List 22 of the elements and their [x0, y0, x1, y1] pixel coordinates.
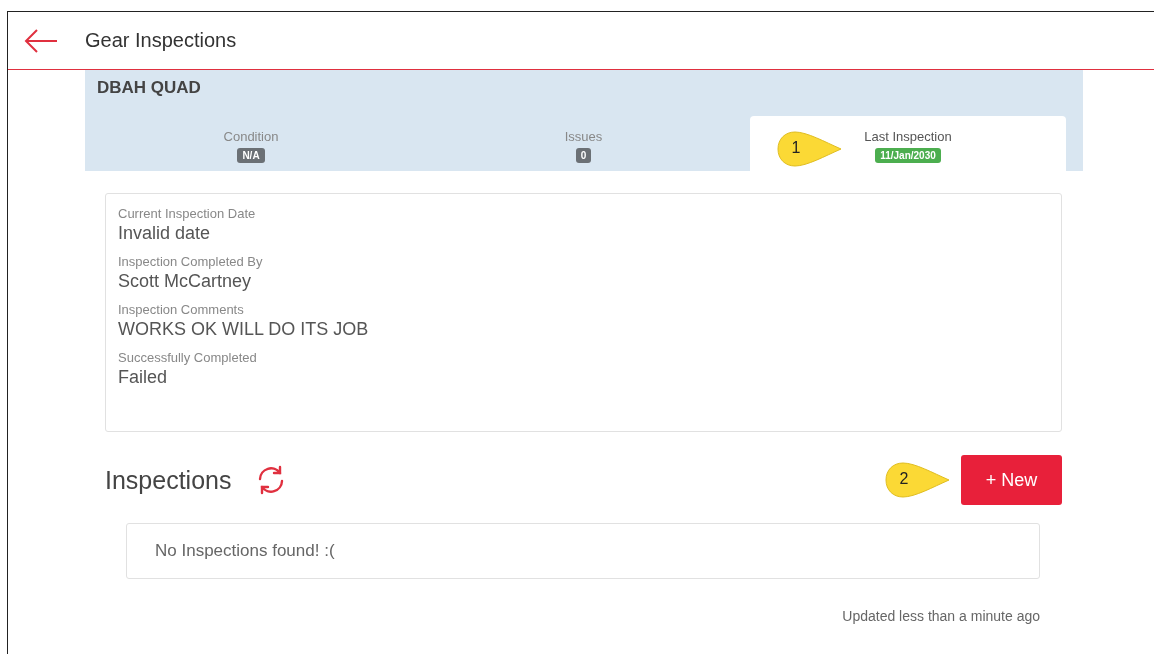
- page-title: Gear Inspections: [85, 29, 237, 52]
- callout-marker: 1: [777, 130, 843, 168]
- updated-text: Updated less than a minute ago: [842, 608, 1040, 624]
- field-label: Inspection Comments: [118, 302, 245, 317]
- back-arrow-icon[interactable]: [23, 27, 59, 54]
- summary-tab[interactable]: Issues 0: [417, 116, 750, 171]
- field-value: Failed: [118, 367, 169, 388]
- field-value: WORKS OK WILL DO ITS JOB: [118, 319, 370, 340]
- field-label: Current Inspection Date: [118, 206, 257, 221]
- tab-badge: 11/Jan/2030: [875, 148, 941, 163]
- field-label: Successfully Completed: [118, 350, 258, 365]
- field-value: Scott McCartney: [118, 271, 253, 292]
- field-value: Invalid date: [118, 223, 212, 244]
- tab-badge: N/A: [237, 148, 265, 163]
- field-label: Inspection Completed By: [118, 254, 264, 269]
- summary-tab[interactable]: Condition N/A: [85, 116, 417, 171]
- asset-name: DBAH QUAD: [96, 77, 202, 99]
- empty-message: No Inspections found! :(: [126, 523, 1040, 579]
- section-heading: Inspections: [105, 465, 232, 495]
- tab-badge: 0: [575, 148, 592, 163]
- new-button[interactable]: + New: [961, 455, 1062, 505]
- callout-marker: 2: [885, 461, 951, 499]
